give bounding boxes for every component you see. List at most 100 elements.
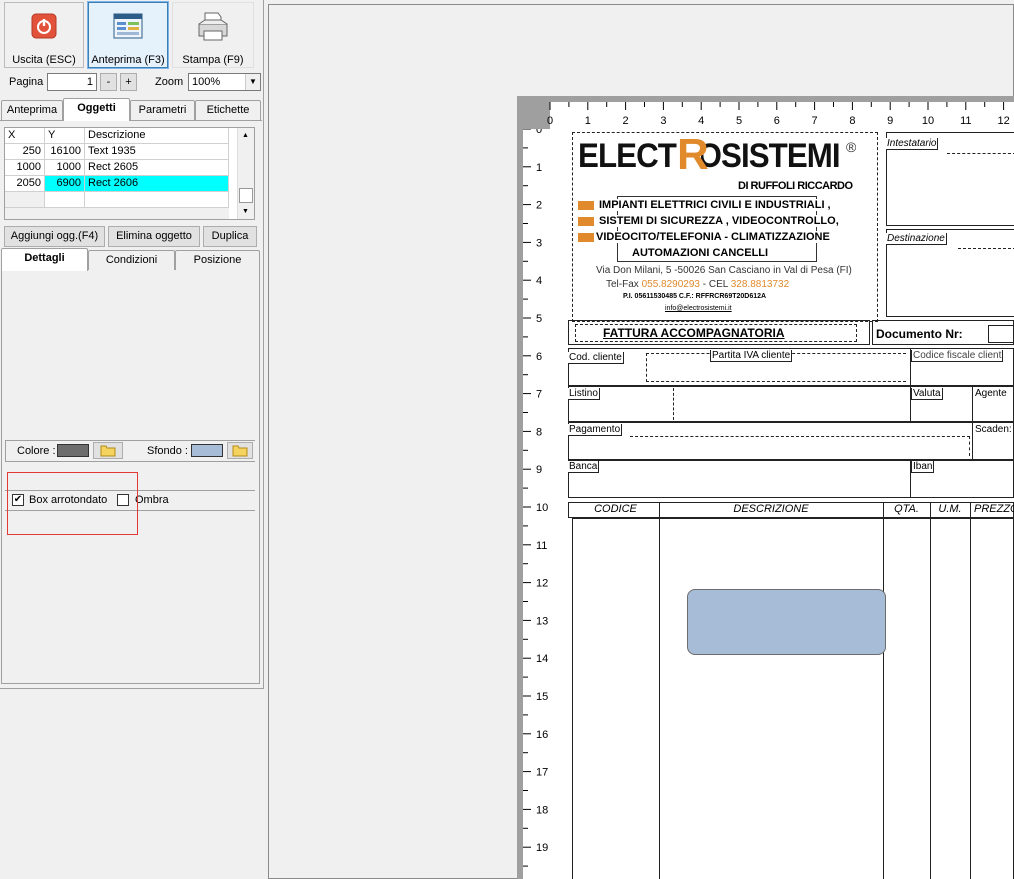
cell-label: CEL <box>708 279 728 290</box>
tab-oggetti[interactable]: Oggetti <box>63 98 130 121</box>
company-logo-text: ELECTROSISTEMI <box>578 137 841 175</box>
company-sub: DI RUFFOLI RICCARDO <box>738 180 853 192</box>
service-line: IMPIANTI ELETTRICI CIVILI E INDUSTRIALI … <box>599 199 831 211</box>
header-y[interactable]: Y <box>45 128 85 144</box>
header-descrizione[interactable]: Descrizione <box>85 128 229 144</box>
report-preview-icon <box>113 13 143 39</box>
main-tabs: Anteprima Oggetti Parametri Etichette <box>0 98 262 121</box>
pagamento-field[interactable] <box>630 436 970 456</box>
service-line: AUTOMAZIONI CANCELLI <box>632 247 769 259</box>
listino-label: Listino <box>568 388 600 400</box>
col-qta: QTA. <box>894 503 919 515</box>
duplicate-button[interactable]: Duplica <box>203 226 257 247</box>
doc-number-field[interactable] <box>988 325 1014 343</box>
chevron-down-icon[interactable]: ▼ <box>245 74 260 90</box>
ruler-label: 9 <box>887 115 893 127</box>
cell-y: 1000 <box>45 160 85 176</box>
scroll-up-icon[interactable]: ▲ <box>242 132 249 139</box>
background-swatch[interactable] <box>191 444 223 457</box>
add-object-button[interactable]: Aggiungi ogg.(F4) <box>4 226 105 247</box>
scadenza-label: Scaden: <box>975 424 1012 435</box>
selected-rounded-rect[interactable] <box>687 589 886 655</box>
codice-fiscale-label: Codice fiscale client <box>911 350 1004 362</box>
scroll-thumb[interactable] <box>239 188 253 203</box>
horizontal-ruler: 0 1 2 3 4 5 6 7 8 9 10 11 12 <box>517 96 1014 129</box>
tab-divider <box>0 120 262 121</box>
ruler-label: 16 <box>536 729 548 741</box>
preview-button[interactable]: Anteprima (F3) <box>87 1 169 69</box>
ruler-label: 9 <box>536 464 542 476</box>
background-picker-button[interactable] <box>227 442 253 459</box>
color-picker-button[interactable] <box>93 442 123 459</box>
power-icon <box>31 13 57 39</box>
preview-button-label: Anteprima (F3) <box>91 54 165 66</box>
divider <box>883 502 884 879</box>
cell-x: 2050 <box>5 176 45 192</box>
page-next-button[interactable]: + <box>120 73 137 91</box>
service-line: VIDEOCITO/TELEFONIA - CLIMATIZZAZIONE <box>596 231 830 243</box>
report-sheet[interactable]: ELECTROSISTEMI R ® DI RUFFOLI RICCARDO I… <box>550 129 1014 879</box>
ruler-label: 5 <box>536 313 542 325</box>
color-label: Colore : <box>17 445 56 457</box>
page-prev-button[interactable]: - <box>100 73 117 91</box>
tab-etichette[interactable]: Etichette <box>195 100 261 120</box>
col-descrizione: DESCRIZIONE <box>733 503 809 515</box>
ruler-label: 10 <box>536 502 548 514</box>
color-swatch[interactable] <box>57 444 89 457</box>
tab-dettagli[interactable]: Dettagli <box>1 248 88 271</box>
tab-anteprima[interactable]: Anteprima <box>1 100 63 120</box>
iban-label: Iban <box>911 461 935 473</box>
phone-label: Tel-Fax <box>606 279 639 290</box>
header-x[interactable]: X <box>5 128 45 144</box>
objects-table[interactable]: X Y Descrizione 250 16100 Text 1935 1000… <box>4 127 255 220</box>
tab-condizioni[interactable]: Condizioni <box>88 250 175 270</box>
agente-label: Agente <box>975 388 1007 399</box>
ruler-label: 8 <box>849 115 855 127</box>
doc-title: FATTURA ACCOMPAGNATORIA <box>603 326 785 340</box>
partita-iva-label: Partita IVA cliente <box>710 350 793 362</box>
table-row[interactable]: 1000 1000 Rect 2605 <box>5 160 229 176</box>
company-email: info@electrosistemi.it <box>665 305 732 312</box>
exit-button[interactable]: Uscita (ESC) <box>4 2 84 68</box>
table-row[interactable]: 250 16100 Text 1935 <box>5 144 229 160</box>
ruler-label: 2 <box>536 200 542 212</box>
ruler-label: 7 <box>812 115 818 127</box>
page-input[interactable]: 1 <box>47 73 97 91</box>
cell-desc: Rect 2606 <box>85 176 229 192</box>
folder-icon <box>100 445 116 457</box>
highlight-box <box>7 472 138 535</box>
cell-desc: Text 1935 <box>85 144 229 160</box>
ruler-label: 0 <box>547 115 553 127</box>
table-scrollbar[interactable]: ▲ ▼ <box>237 128 254 219</box>
ruler-label: 4 <box>536 275 542 287</box>
cell-desc: Rect 2605 <box>85 160 229 176</box>
doc-number-label: Documento Nr: <box>876 327 963 341</box>
ruler-label: 12 <box>997 115 1009 127</box>
valuta-label: Valuta <box>911 388 943 400</box>
divider <box>970 502 971 879</box>
tab-parametri[interactable]: Parametri <box>130 100 195 120</box>
ruler-label: 7 <box>536 389 542 401</box>
print-button[interactable]: Stampa (F9) <box>172 2 254 68</box>
col-um: U.M. <box>938 503 962 515</box>
table-row-empty[interactable] <box>5 192 229 208</box>
folder-icon <box>232 445 248 457</box>
cell-y: 16100 <box>45 144 85 160</box>
divider <box>972 422 973 460</box>
tab-posizione[interactable]: Posizione <box>175 250 260 270</box>
ruler-label: 19 <box>536 842 548 854</box>
left-panel: Uscita (ESC) Anteprima (F3) Stampa (F9) … <box>0 0 264 689</box>
scroll-down-icon[interactable]: ▼ <box>242 208 249 215</box>
table-row-selected[interactable]: 2050 6900 Rect 2606 <box>5 176 229 192</box>
delete-object-button[interactable]: Elimina oggetto <box>108 226 200 247</box>
company-phone-line: Tel-Fax 055.8290293 - CEL 328.8813732 <box>606 279 790 290</box>
divider <box>659 502 660 879</box>
banca-row <box>568 460 1014 498</box>
zoom-value: 100% <box>192 76 221 88</box>
vertical-ruler: 0 1 2 3 4 5 6 7 8 9 10 11 12 13 14 15 16 17 18 19 <box>517 124 550 879</box>
zoom-label: Zoom <box>155 76 184 88</box>
ruler-label: 1 <box>585 115 591 127</box>
ruler-label: 5 <box>736 115 742 127</box>
zoom-select[interactable]: 100% ▼ <box>188 73 261 91</box>
cod-cliente-label: Cod. cliente <box>568 352 624 364</box>
